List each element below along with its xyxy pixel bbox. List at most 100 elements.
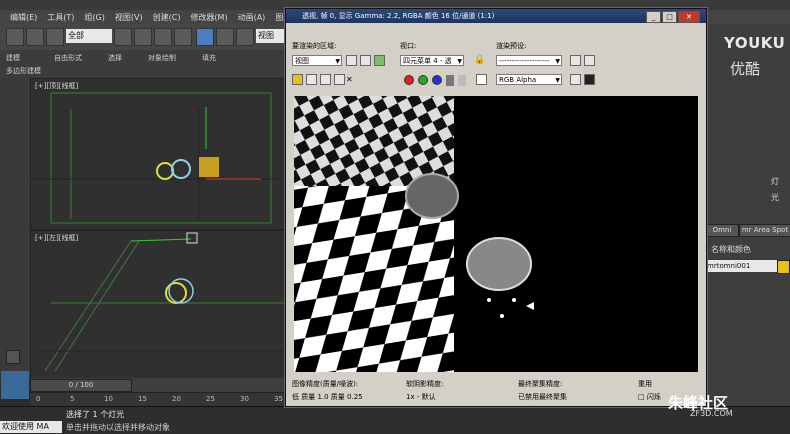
viewport-dropdown[interactable]: 四元菜单 4 - 透 ▼ <box>400 55 464 66</box>
menu-item[interactable]: 创建(C) <box>153 12 181 23</box>
menu-item[interactable]: 组(G) <box>84 12 104 23</box>
reference-coord-dropdown[interactable]: 视图 <box>256 29 286 43</box>
final-gather-value[interactable]: 已禁用最终聚集 <box>518 392 567 402</box>
minimize-button[interactable]: _ <box>646 11 661 23</box>
command-panel: Omni mr Area Spot 名称和颜色 mrtomni001 灯 光 <box>705 24 790 406</box>
auto-region-icon[interactable] <box>360 55 371 66</box>
render-window-titlebar[interactable]: 透视, 帧 0, 显示 Gamma: 2.2, RGBA 颜色 16 位/通道 … <box>286 9 706 23</box>
object-color-swatch[interactable] <box>777 260 790 274</box>
rect-select-icon[interactable] <box>154 28 172 46</box>
ribbon-tab-object-paint[interactable]: 对象绘制 <box>148 53 176 63</box>
soft-shadow-label: 软阴影精度: <box>406 380 444 388</box>
copy-image-icon[interactable] <box>306 74 317 85</box>
lock-icon[interactable]: 🔒 <box>474 55 485 66</box>
status-selection-text: 选择了 1 个灯光 <box>66 410 125 419</box>
ruler-tick: 20 <box>172 395 181 403</box>
rendered-image[interactable] <box>294 96 698 372</box>
ruler-tick: 0 <box>36 395 41 403</box>
unlink-icon[interactable] <box>26 28 44 46</box>
image-precision-label: 图像精度(质量/噪波): <box>292 380 359 388</box>
monochrome-toggle[interactable] <box>458 75 466 86</box>
link-icon[interactable] <box>6 28 24 46</box>
soft-shadow-value[interactable]: 1x - 默认 <box>406 392 436 402</box>
viewport-top[interactable]: [+][顶][线框] <box>30 78 286 230</box>
move-icon[interactable] <box>196 28 214 46</box>
clear-icon[interactable]: ✕ <box>346 74 357 85</box>
window-crossing-icon[interactable] <box>174 28 192 46</box>
ribbon-tab-modeling[interactable]: 建模 <box>6 53 20 63</box>
viewport-top-grid <box>31 92 285 224</box>
ruler-tick: 15 <box>138 395 147 403</box>
preset-dropdown[interactable]: -------------------- ▼ <box>496 55 562 66</box>
scale-icon[interactable] <box>236 28 254 46</box>
render-setup-icon[interactable] <box>570 55 581 66</box>
menu-item[interactable]: 视图(V) <box>115 12 143 23</box>
side-label-2: 光 <box>771 193 779 202</box>
selection-filter-dropdown[interactable]: 全部 <box>66 29 112 43</box>
ruler-tick: 25 <box>206 395 215 403</box>
final-gather-label: 最终聚集精度: <box>518 380 563 388</box>
left-command-strip <box>0 78 30 378</box>
image-precision-value[interactable]: 低 质量 1.0 质量 0.25 <box>292 392 363 402</box>
maxscript-listener[interactable]: 欢迎使用 MA <box>0 421 62 433</box>
alpha-toggle[interactable] <box>446 75 454 86</box>
ruler-tick: 5 <box>70 395 75 403</box>
menu-item[interactable]: 动画(A) <box>238 12 266 23</box>
status-hint-text: 单击并拖动以选择并移动对象 <box>66 423 170 432</box>
ruler-tick: 35 <box>274 395 283 403</box>
clone-window-icon[interactable] <box>320 74 331 85</box>
chevron-down-icon: ▼ <box>335 58 340 65</box>
close-button[interactable]: ✕ <box>678 11 700 23</box>
youku-logo: YOUKU <box>724 34 786 52</box>
ribbon-tab-populate[interactable]: 填充 <box>202 53 216 63</box>
youku-logo-cn: 优酷 <box>730 60 761 78</box>
omni-button[interactable]: Omni <box>705 224 739 237</box>
menu-item[interactable]: 工具(T) <box>47 12 74 23</box>
render-region-icon[interactable] <box>374 55 385 66</box>
ribbon-tab-freeform[interactable]: 自由形式 <box>54 53 82 63</box>
timeline-ruler[interactable]: 0 5 10 15 20 25 30 35 <box>30 392 290 407</box>
select-object-icon[interactable] <box>114 28 132 46</box>
area-dropdown[interactable]: 视图 ▼ <box>292 55 342 66</box>
bind-spacewarp-icon[interactable] <box>46 28 64 46</box>
chevron-down-icon: ▼ <box>555 77 560 84</box>
render-bottom-panel: 图像精度(质量/噪波): 低 质量 1.0 质量 0.25 软阴影精度: 1x … <box>286 373 706 406</box>
object-name-field[interactable]: mrtomni001 <box>705 260 777 272</box>
area-value: 视图 <box>295 57 309 65</box>
blue-channel-toggle[interactable] <box>432 75 442 85</box>
toggle-ui-icon[interactable] <box>584 74 595 85</box>
preset-value: -------------------- <box>499 57 550 65</box>
ribbon-tab-selection[interactable]: 选择 <box>108 53 122 63</box>
rotate-icon[interactable] <box>216 28 234 46</box>
menu-item[interactable]: 编辑(E) <box>10 12 37 23</box>
swatch-box[interactable] <box>476 74 487 85</box>
print-icon[interactable] <box>334 74 345 85</box>
play-arrow-icon[interactable] <box>6 350 20 364</box>
preset-label: 渲染预设: <box>496 42 527 50</box>
frame-slider[interactable]: 0 / 100 <box>30 379 132 392</box>
green-channel-toggle[interactable] <box>418 75 428 85</box>
name-color-label: 名称和颜色 <box>711 245 751 254</box>
viewport-left[interactable]: [+][左][线框] <box>1 230 286 399</box>
toggle-ui-overlay-icon[interactable] <box>570 74 581 85</box>
chevron-down-icon: ▼ <box>457 58 462 65</box>
ruler-tick: 10 <box>104 395 113 403</box>
red-channel-toggle[interactable] <box>404 75 414 85</box>
channel-dropdown[interactable]: RGB Alpha ▼ <box>496 74 562 85</box>
render-controls: 要渲染的区域: 视图 ▼ 视口: 四元菜单 4 - 透 ▼ 🔒 渲染预设: ----… <box>286 23 706 86</box>
render-preview-image <box>294 96 698 372</box>
mr-area-spot-button[interactable]: mr Area Spot <box>739 224 790 237</box>
select-by-name-icon[interactable] <box>134 28 152 46</box>
save-image-icon[interactable] <box>292 74 303 85</box>
flicker-checkbox[interactable]: □ 闪烁 <box>638 392 661 402</box>
ribbon: 建模 自由形式 选择 对象绘制 填充 多边形建模 <box>0 50 290 79</box>
maximize-button[interactable]: □ <box>662 11 677 23</box>
chevron-down-icon: ▼ <box>555 58 560 65</box>
viewport-layout-icon[interactable] <box>1 371 29 399</box>
environment-icon[interactable] <box>584 55 595 66</box>
menu-item[interactable]: 修改器(M) <box>190 12 227 23</box>
viewport-value: 四元菜单 4 - 透 <box>403 57 452 65</box>
reuse-label: 重用 <box>638 380 652 388</box>
zhufeng-url-watermark: ZF3D.COM <box>690 409 733 418</box>
edit-region-icon[interactable] <box>346 55 357 66</box>
